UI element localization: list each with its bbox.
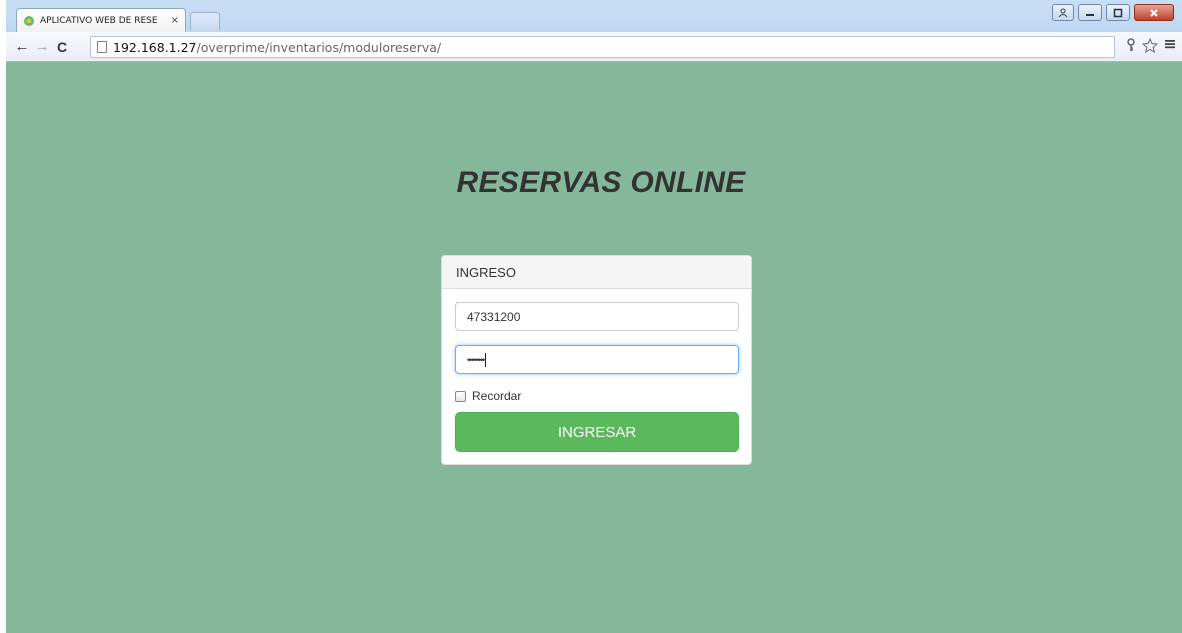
close-window-button[interactable] bbox=[1134, 4, 1174, 21]
menu-icon[interactable] bbox=[1164, 38, 1176, 50]
window-controls bbox=[1052, 4, 1174, 21]
back-arrow-icon[interactable]: ← bbox=[12, 38, 32, 55]
page-background: RESERVAS ONLINE INGRESO 47331200 •••••••… bbox=[6, 62, 1182, 633]
username-value: 47331200 bbox=[467, 309, 521, 324]
maximize-button[interactable] bbox=[1106, 4, 1130, 21]
star-icon[interactable] bbox=[1142, 38, 1158, 53]
remember-option[interactable]: Recordar bbox=[455, 389, 521, 403]
reload-icon[interactable]: C bbox=[52, 39, 72, 55]
toolbar-actions bbox=[1126, 38, 1176, 53]
browser-chrome: APLICATIVO WEB DE RESE × ← → C 192.168.1 bbox=[6, 0, 1182, 62]
key-icon[interactable] bbox=[1126, 38, 1136, 52]
submit-button[interactable]: INGRESAR bbox=[455, 412, 739, 452]
address-bar[interactable]: 192.168.1.27/overprime/inventarios/modul… bbox=[90, 36, 1115, 58]
browser-tab[interactable]: APLICATIVO WEB DE RESE × bbox=[16, 8, 186, 32]
page-icon bbox=[97, 41, 107, 53]
tab-strip: APLICATIVO WEB DE RESE × bbox=[6, 0, 1182, 32]
remember-checkbox[interactable] bbox=[455, 390, 466, 402]
password-value: •••••••• bbox=[467, 354, 485, 365]
minimize-button[interactable] bbox=[1078, 4, 1102, 21]
new-tab-button[interactable] bbox=[190, 12, 220, 30]
tab-close-icon[interactable]: × bbox=[171, 15, 179, 26]
login-panel: INGRESO 47331200 •••••••• Recordar INGRE… bbox=[441, 255, 752, 465]
username-input[interactable]: 47331200 bbox=[455, 302, 739, 331]
panel-title: INGRESO bbox=[442, 256, 751, 289]
browser-toolbar: ← → C 192.168.1.27/overprime/inventarios… bbox=[6, 32, 1182, 62]
text-caret bbox=[485, 352, 487, 367]
password-input[interactable]: •••••••• bbox=[455, 345, 739, 374]
url-path: /overprime/inventarios/moduloreserva/ bbox=[196, 39, 442, 55]
remember-label: Recordar bbox=[472, 389, 522, 403]
forward-arrow-icon[interactable]: → bbox=[32, 38, 52, 55]
url-host: 192.168.1.27 bbox=[113, 39, 197, 55]
page-title: RESERVAS ONLINE bbox=[456, 166, 746, 199]
tab-title: APLICATIVO WEB DE RESE bbox=[40, 15, 158, 26]
favicon-icon bbox=[24, 15, 34, 26]
profile-icon[interactable] bbox=[1052, 4, 1074, 21]
